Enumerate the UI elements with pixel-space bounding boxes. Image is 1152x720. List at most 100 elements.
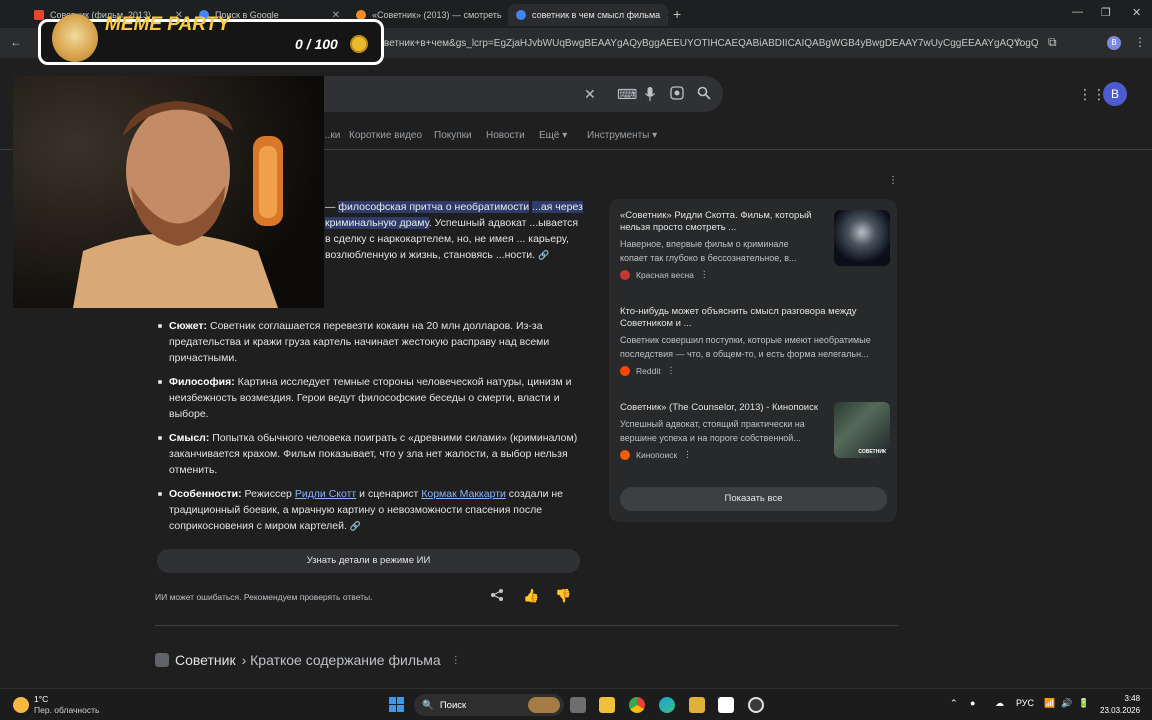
tab-images[interactable]: ...ки [322,130,340,141]
tray-chevron-icon[interactable]: ⌃ [950,698,958,709]
language-indicator[interactable]: РУС [1016,698,1034,708]
tab-more[interactable]: Ещё ▾ [539,130,567,141]
result-menu-icon[interactable]: ⋮ [451,655,461,666]
minimize-button[interactable]: — [1072,6,1083,18]
source-title[interactable]: Кто-нибудь может объяснить смысл разгово… [620,306,880,330]
clear-search-icon[interactable]: ✕ [584,86,596,103]
google-favicon-icon [516,10,526,20]
source-card[interactable]: «Советник» Ридли Скотта. Фильм, который … [620,210,890,280]
weather-description[interactable]: Пер. облачность [34,705,99,715]
account-avatar[interactable]: B [1103,82,1127,106]
ai-overview-menu-icon[interactable]: ⋮ [888,175,898,186]
tab-short-videos[interactable]: Короткие видео [349,130,422,141]
task-view-icon[interactable] [570,697,586,713]
close-tab-icon[interactable]: ✕ [666,10,668,21]
wifi-icon[interactable]: 📶 [1044,698,1055,709]
link-chain-icon[interactable]: 🔗 [538,250,549,260]
streamer-camera-image [13,76,324,308]
share-icon[interactable] [490,588,504,602]
source-card[interactable]: Кто-нибудь может объяснить смысл разгово… [620,306,890,376]
tray-app-icon[interactable]: ● [970,698,975,708]
weather-sun-cloud-icon[interactable] [13,697,29,713]
source-site-name: Кинопоиск [636,449,678,460]
result-header[interactable]: Советник › Краткое содержание фильма ⋮ [155,652,461,668]
result-site-name[interactable]: Советник [175,652,236,668]
more-options-icon[interactable]: ⋮ [700,269,709,280]
back-arrow-icon[interactable]: ← [10,35,22,49]
profile-avatar-small[interactable]: B [1107,36,1121,50]
ai-disclaimer: ИИ может ошибаться. Рекомендуем проверят… [155,592,373,602]
taskbar-search[interactable]: 🔍 Поиск [414,694,564,716]
link-chain-icon[interactable]: 🔗 [350,521,361,531]
source-thumbnail[interactable]: СОВЕТНИК [834,402,890,458]
bullet-text: и сценарист [356,488,422,500]
meme-score: 0 / 100 [295,36,338,52]
source-thumbnail[interactable] [834,210,890,266]
new-tab-button[interactable]: + [673,6,681,22]
search-icon: 🔍 [422,699,434,711]
tab-news[interactable]: Новости [486,130,525,141]
windows-start-icon[interactable] [389,697,404,712]
keyboard-icon[interactable]: ⌨ [617,86,637,103]
bullet-term: Особенности: [169,488,242,500]
more-options-icon[interactable]: ⋮ [683,449,692,460]
webcam-overlay [13,76,324,308]
chrome-icon[interactable] [629,697,645,713]
bullet-text: Советник соглашается перевезти кокаин на… [169,320,550,364]
tab-shopping[interactable]: Покупки [434,130,472,141]
tray-app-icon[interactable]: ☁ [995,698,1004,709]
app-icon[interactable] [748,697,764,713]
intro-prefix: — [325,201,339,213]
volume-icon[interactable]: 🔊 [1061,698,1072,709]
tradingview-icon[interactable] [718,697,734,713]
thumbnail-caption: СОВЕТНИК [858,449,886,455]
sources-panel: «Советник» Ридли Скотта. Фильм, который … [609,199,897,522]
ridley-scott-link[interactable]: Ридли Скотт [295,488,356,500]
ai-overview-bullets: Сюжет: Советник соглашается перевезти ко… [155,318,585,542]
cormac-mccarthy-link[interactable]: Кормак Маккарти [421,488,506,500]
reddit-favicon-icon [620,365,630,376]
more-options-icon[interactable]: ⋮ [667,365,676,376]
bookmark-star-icon[interactable]: ☆ [1013,35,1024,49]
source-snippet: Советник совершил поступки, которые имею… [620,335,871,359]
windows-taskbar: 1°C Пер. облачность 🔍 Поиск ⌃ ● ☁ РУС 📶 … [0,688,1152,720]
results-divider [155,625,898,626]
kinopoisk-favicon-icon [34,10,44,20]
close-window-button[interactable]: ✕ [1132,6,1141,19]
source-site-name: Reddit [636,365,661,376]
weather-temperature[interactable]: 1°C [34,694,48,704]
source-card[interactable]: Советник» (The Counselor, 2013) - Кинопо… [620,402,890,460]
source-snippet: Успешный адвокат, стоящий практически на… [620,419,805,443]
ai-mode-button[interactable]: Узнать детали в режиме ИИ [157,549,580,573]
file-explorer-icon[interactable] [599,697,615,713]
list-item: Особенности: Режиссер Ридли Скотт и сцен… [155,486,585,534]
thumbs-up-icon[interactable]: 👍 [523,588,539,604]
menu-kebab-icon[interactable]: ⋮ [1134,35,1146,49]
source-title[interactable]: Советник» (The Counselor, 2013) - Кинопо… [620,402,818,414]
search-icon[interactable] [697,86,711,100]
source-title[interactable]: «Советник» Ридли Скотта. Фильм, который … [620,210,818,234]
source-snippet: Наверное, впервые фильм о криминале копа… [620,239,797,263]
bullet-term: Сюжет: [169,320,208,332]
address-bar[interactable]: ...оветник+в+чем&gs_lcrp=EgZjaHJvbWUqBwg… [370,31,1038,55]
intro-highlight-1: философская притча о необратимости [338,201,530,213]
thumbs-down-icon[interactable]: 👎 [555,588,571,604]
lens-camera-icon[interactable] [670,86,684,100]
store-icon[interactable] [689,697,705,713]
battery-icon[interactable]: 🔋 [1078,698,1089,709]
maximize-button[interactable]: ❐ [1101,6,1111,19]
krasnaya-vesna-favicon-icon [620,269,630,280]
microphone-icon[interactable] [644,86,656,102]
extensions-icon[interactable]: ⧉ [1048,35,1057,50]
show-all-button[interactable]: Показать все [620,487,887,511]
edge-icon[interactable] [659,697,675,713]
coin-icon [350,35,368,53]
search-input[interactable]: ✕ ⌨ [300,76,723,112]
tab-title: «Советник» (2013) — смотреть [372,10,502,20]
tab-tools[interactable]: Инструменты ▾ [587,130,657,141]
source-site: Reddit ⋮ [620,365,890,376]
bullet-text: Попытка обычного человека поиграть с «др… [169,432,578,476]
doge-avatar-icon [52,14,98,62]
tab-4-active[interactable]: советник в чем смысл фильма ✕ [508,4,668,26]
taskbar-clock[interactable]: 3:48 23.03.2026 [1100,693,1140,717]
